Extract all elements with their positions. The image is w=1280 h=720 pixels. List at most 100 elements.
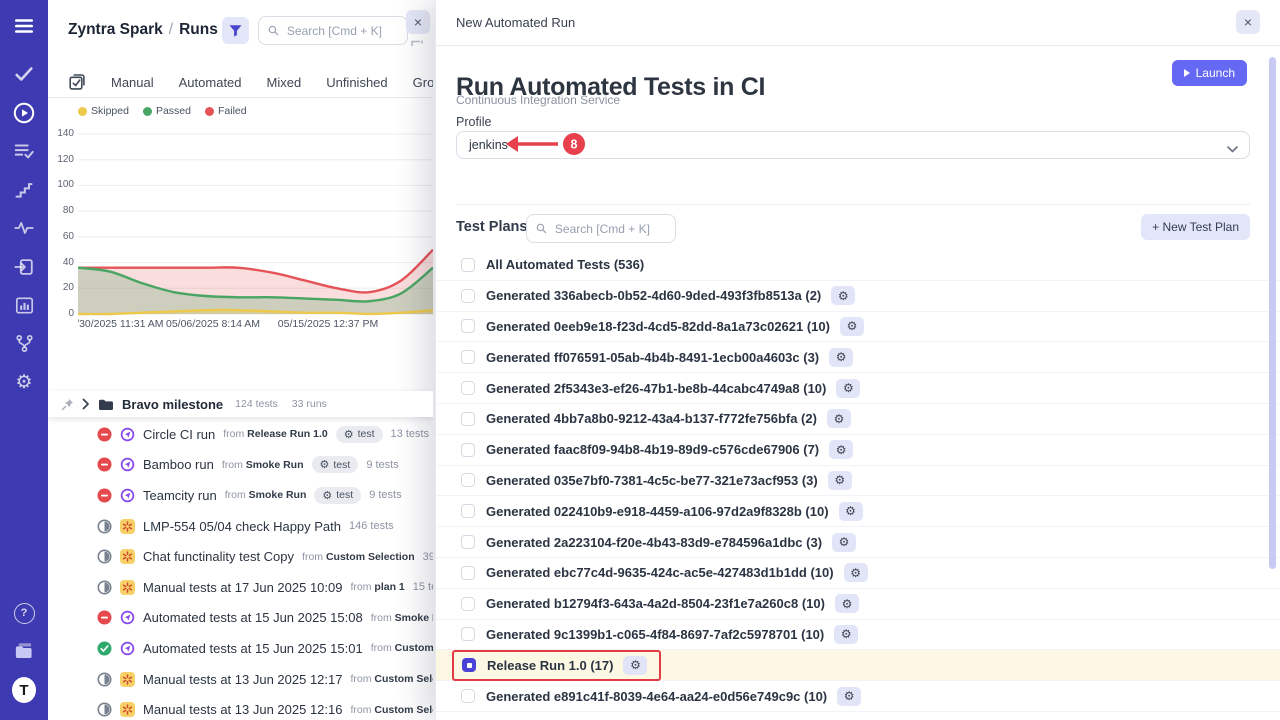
run-list: Circle CI run from Release Run 1.0 ⚙test…: [48, 419, 433, 720]
run-list-item[interactable]: Manual tests at 13 Jun 2025 12:16 from C…: [48, 694, 433, 720]
play-circle-icon[interactable]: [12, 101, 36, 125]
help-icon[interactable]: ?: [12, 601, 36, 625]
filter-button[interactable]: [222, 17, 249, 44]
test-plan-row[interactable]: Generated 4bb7a8b0-9212-43a4-b137-f772fe…: [436, 404, 1280, 435]
plan-settings-button[interactable]: ⚙: [829, 348, 853, 367]
plan-checkbox[interactable]: [461, 350, 475, 364]
run-list-item[interactable]: Circle CI run from Release Run 1.0 ⚙test…: [48, 419, 433, 450]
passed-status-icon: [97, 641, 112, 656]
drawer-close-button[interactable]: ×: [1236, 10, 1260, 34]
panel-close-button[interactable]: ×: [406, 10, 430, 34]
breadcrumb-project[interactable]: Zyntra Spark: [68, 21, 163, 38]
run-list-item[interactable]: Teamcity run from Smoke Run ⚙test 9 test…: [48, 480, 433, 511]
tab-mixed[interactable]: Mixed: [267, 75, 302, 90]
plan-settings-button[interactable]: ⚙: [831, 286, 855, 305]
sign-in-icon[interactable]: [12, 255, 36, 279]
plan-checkbox[interactable]: [461, 566, 475, 580]
run-tests-count: 39 tests: [423, 551, 433, 563]
test-plans-search-input[interactable]: [553, 221, 666, 237]
run-source: from plan 1: [350, 581, 404, 593]
tab-unfinished[interactable]: Unfinished: [326, 75, 387, 90]
run-list-item[interactable]: Automated tests at 15 Jun 2025 15:08 fro…: [48, 603, 433, 634]
test-plan-row[interactable]: Generated 336abecb-0b52-4d60-9ded-493f3f…: [436, 281, 1280, 312]
menu-icon[interactable]: [12, 14, 36, 38]
tab-groups[interactable]: Groups: [413, 75, 433, 90]
plan-settings-button[interactable]: ⚙: [837, 687, 861, 706]
runs-search-input[interactable]: [285, 23, 398, 39]
plan-checkbox[interactable]: [461, 535, 475, 549]
plan-checkbox[interactable]: [461, 627, 475, 641]
scrollbar-thumb[interactable]: [1269, 57, 1276, 569]
plan-settings-button[interactable]: ⚙: [827, 409, 851, 428]
list-check-icon[interactable]: [12, 139, 36, 163]
test-plan-row[interactable]: Generated 2f5343e3-ef26-47b1-be8b-44cabc…: [436, 373, 1280, 404]
tab-automated[interactable]: Automated: [179, 75, 242, 90]
plan-checkbox[interactable]: [461, 258, 475, 272]
new-test-plan-button[interactable]: + New Test Plan: [1141, 214, 1250, 240]
plan-settings-button[interactable]: ⚙: [828, 471, 852, 490]
run-list-item[interactable]: Chat functinality test Copy from Custom …: [48, 541, 433, 572]
test-plan-row[interactable]: Generated ff076591-05ab-4b4b-8491-1ecb00…: [436, 342, 1280, 373]
pulse-icon[interactable]: [12, 216, 36, 240]
run-list-item[interactable]: Bamboo run from Smoke Run ⚙test 9 tests: [48, 450, 433, 481]
milestone-row[interactable]: Bravo milestone 124 tests 33 runs: [48, 391, 433, 417]
test-plan-row[interactable]: Generated 9c1399b1-c065-4f84-8697-7af2c5…: [436, 620, 1280, 651]
run-title: Automated tests at 15 Jun 2025 15:01: [143, 641, 363, 656]
gear-icon[interactable]: ⚙: [12, 370, 36, 394]
plan-checkbox[interactable]: [461, 289, 475, 303]
run-title: Manual tests at 17 Jun 2025 10:09: [143, 580, 342, 595]
run-list-item[interactable]: LMP-554 05/04 check Happy Path 146 tests: [48, 511, 433, 542]
git-branch-icon[interactable]: [12, 332, 36, 356]
test-plan-row[interactable]: Generated b12794f3-643a-4a2d-8504-23f1e7…: [436, 589, 1280, 620]
plan-settings-button[interactable]: ⚙: [844, 563, 868, 582]
plan-checkbox[interactable]: [461, 412, 475, 426]
test-plan-row[interactable]: Generated 2a223104-f20e-4b43-83d9-e78459…: [436, 527, 1280, 558]
plan-checkbox[interactable]: [461, 319, 475, 333]
header-divider: [436, 45, 1280, 46]
plan-settings-button[interactable]: ⚙: [834, 625, 858, 644]
plan-checkbox[interactable]: [462, 658, 476, 672]
run-list-item[interactable]: Automated tests at 15 Jun 2025 15:01 fro…: [48, 633, 433, 664]
chevron-right-icon[interactable]: [82, 398, 90, 410]
plan-checkbox[interactable]: [461, 443, 475, 457]
steps-icon[interactable]: [12, 178, 36, 202]
test-plan-row[interactable]: Generated ebc77c4d-9635-424c-ac5e-427483…: [436, 558, 1280, 589]
plan-settings-button[interactable]: ⚙: [832, 533, 856, 552]
plan-checkbox[interactable]: [461, 597, 475, 611]
run-list-item[interactable]: Manual tests at 13 Jun 2025 12:17 from C…: [48, 664, 433, 695]
select-all-icon[interactable]: [68, 73, 86, 91]
check-icon[interactable]: [12, 62, 36, 86]
legend-item[interactable]: Passed: [143, 105, 191, 117]
legend-item[interactable]: Skipped: [78, 105, 129, 117]
run-list-item[interactable]: Manual tests at 17 Jun 2025 10:09 from p…: [48, 572, 433, 603]
test-plan-row[interactable]: Generated e891c41f-8039-4e64-aa24-e0d56e…: [436, 681, 1280, 712]
bar-chart-icon[interactable]: [12, 293, 36, 317]
test-plan-row[interactable]: Release Run 1.0 (17) ⚙: [436, 650, 1280, 681]
plan-settings-button[interactable]: ⚙: [829, 440, 853, 459]
plan-label: Generated 035e7bf0-7381-4c5c-be77-321e73…: [486, 473, 818, 488]
test-plan-row[interactable]: Generated 0eeb9e18-f23d-4cd5-82dd-8a1a73…: [436, 312, 1280, 343]
test-plans-search[interactable]: [526, 214, 676, 243]
app-logo[interactable]: T: [12, 678, 36, 702]
runs-search[interactable]: [258, 16, 408, 45]
plan-settings-button[interactable]: ⚙: [836, 379, 860, 398]
folder-icon[interactable]: [12, 640, 36, 664]
plan-settings-button[interactable]: ⚙: [839, 502, 863, 521]
plan-settings-button[interactable]: ⚙: [835, 594, 859, 613]
run-tests-count: 9 tests: [369, 489, 401, 501]
plan-checkbox[interactable]: [461, 689, 475, 703]
plan-checkbox[interactable]: [461, 504, 475, 518]
tab-manual[interactable]: Manual: [111, 75, 154, 90]
pin-icon[interactable]: [61, 398, 74, 411]
test-plan-row[interactable]: Generated 022410b9-e918-4459-a106-97d2a9…: [436, 496, 1280, 527]
plan-checkbox[interactable]: [461, 381, 475, 395]
test-plan-row[interactable]: All Automated Tests (536): [436, 250, 1280, 281]
test-plan-row[interactable]: Generated 035e7bf0-7381-4c5c-be77-321e73…: [436, 466, 1280, 497]
legend-item[interactable]: Failed: [205, 105, 247, 117]
test-plan-row[interactable]: Generated faac8f09-94b8-4b19-89d9-c576cd…: [436, 435, 1280, 466]
profile-select[interactable]: jenkins: [456, 131, 1250, 159]
launch-button[interactable]: Launch: [1172, 60, 1247, 86]
plan-settings-button[interactable]: ⚙: [623, 656, 647, 675]
plan-checkbox[interactable]: [461, 473, 475, 487]
plan-settings-button[interactable]: ⚙: [840, 317, 864, 336]
